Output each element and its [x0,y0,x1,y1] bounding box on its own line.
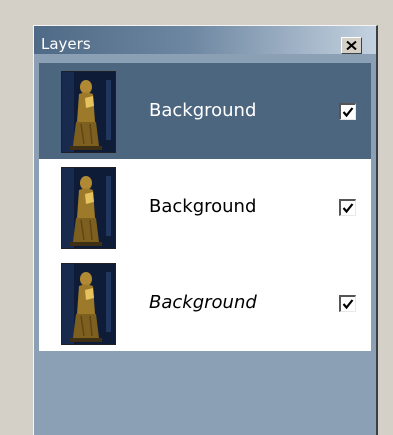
panel-title-bar[interactable]: Layers [34,26,376,54]
checkmark-icon [342,203,354,214]
layers-list: Background Background Background [39,63,371,351]
checkmark-icon [342,299,354,310]
layer-visibility-checkbox[interactable] [339,199,356,216]
close-x-icon [346,41,357,50]
layer-visibility-checkbox[interactable] [339,295,356,312]
layer-visibility-checkbox[interactable] [339,103,356,120]
layer-thumbnail[interactable] [61,167,116,249]
layer-thumbnail[interactable] [61,71,116,153]
layer-name[interactable]: Background [149,196,256,218]
checkmark-icon [342,107,354,118]
layers-panel: Layers Background Background Background [33,25,378,435]
close-button[interactable] [341,37,362,54]
layer-thumbnail[interactable] [61,263,116,345]
layer-row[interactable]: Background [39,255,371,351]
layer-row[interactable]: Background [39,63,371,159]
layer-row[interactable]: Background [39,159,371,255]
panel-title: Layers [41,35,91,53]
layer-name[interactable]: Background [149,292,257,314]
layer-name[interactable]: Background [149,100,256,122]
